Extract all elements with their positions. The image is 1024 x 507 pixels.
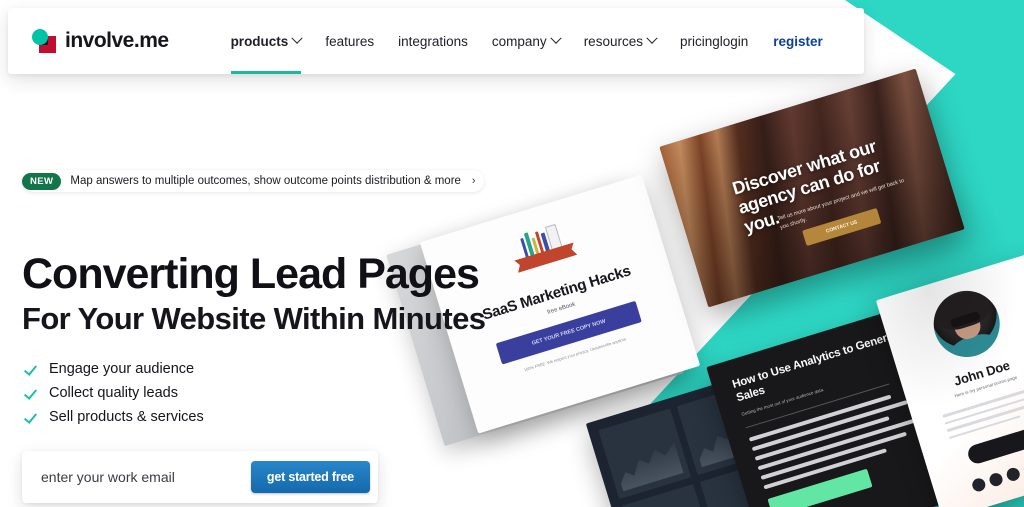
email-input[interactable] [41, 469, 251, 485]
signup-form: get started free [22, 451, 378, 503]
chevron-down-icon [646, 32, 658, 44]
social-icon [987, 471, 1004, 488]
nav-label: features [325, 33, 375, 49]
get-started-button[interactable]: get started free [250, 461, 370, 493]
nav-item-features[interactable]: features [325, 8, 374, 74]
nav-label: pricing [679, 33, 720, 49]
check-icon [24, 387, 37, 400]
involveme-logo-icon [32, 28, 58, 54]
nav-account-actions: login register [720, 34, 823, 49]
ebook-subtitle: free eBook [546, 301, 577, 316]
top-navbar: involve.me products features integration… [8, 8, 864, 74]
list-item: Engage your audience [24, 357, 204, 381]
social-icon [970, 476, 987, 494]
announcement-text: Map answers to multiple outcomes, show o… [70, 175, 461, 187]
nav-label: company [491, 33, 547, 49]
feature-label: Collect quality leads [49, 385, 178, 401]
chevron-right-icon[interactable]: › [472, 175, 476, 187]
list-item: Collect quality leads [24, 381, 204, 405]
feature-list: Engage your audience Collect quality lea… [24, 357, 204, 429]
brand-name: involve.me [65, 29, 169, 52]
nav-label: resources [583, 33, 643, 49]
brand-logo[interactable]: involve.me [32, 28, 169, 54]
feature-label: Sell products & services [49, 409, 204, 425]
collage-shadow [840, 170, 1020, 410]
page-title: Converting Lead Pages [22, 250, 480, 298]
list-item: Sell products & services [24, 405, 204, 429]
login-link[interactable]: login [720, 34, 749, 49]
nav-label: products [230, 33, 289, 49]
nav-item-resources[interactable]: resources [583, 8, 658, 74]
primary-nav: products features integrations company r… [230, 8, 720, 74]
nav-item-products[interactable]: products [230, 8, 303, 74]
nav-item-pricing[interactable]: pricing [680, 8, 720, 74]
feature-label: Engage your audience [49, 361, 195, 377]
chevron-down-icon [291, 32, 303, 44]
nav-label: integrations [398, 33, 468, 49]
nav-item-integrations[interactable]: integrations [398, 8, 468, 74]
social-icon [1004, 466, 1021, 483]
register-link[interactable]: register [773, 34, 823, 49]
check-icon [24, 411, 37, 424]
chevron-down-icon [550, 32, 562, 44]
check-icon [24, 363, 37, 376]
landing-page: SaaS Marketing Hacks free eBook GET YOUR… [0, 0, 1024, 507]
new-badge: NEW [22, 172, 62, 190]
hero-content: NEW Map answers to multiple outcomes, sh… [0, 74, 520, 507]
page-subtitle: For Your Website Within Minutes [22, 301, 486, 336]
dashboard-cell [598, 408, 692, 499]
announcement-banner[interactable]: NEW Map answers to multiple outcomes, sh… [22, 170, 484, 192]
nav-item-company[interactable]: company [491, 8, 562, 74]
